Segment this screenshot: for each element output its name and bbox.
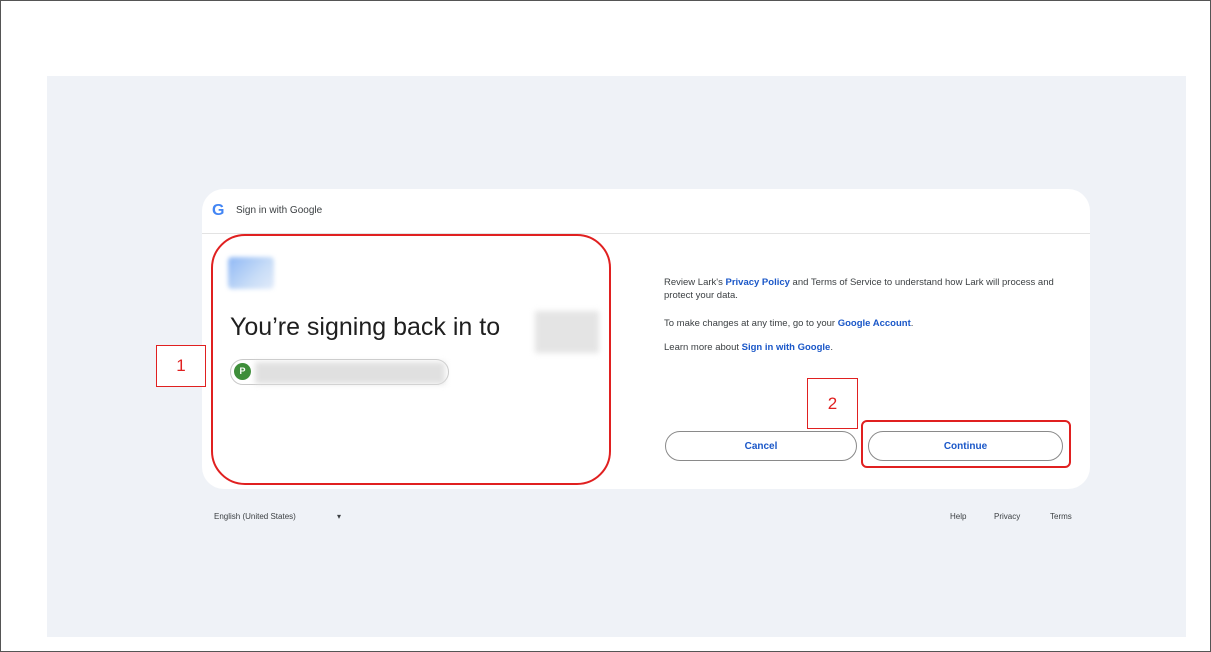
learn-text-suffix: . xyxy=(830,342,833,353)
terms-link[interactable]: Terms xyxy=(1050,512,1072,521)
changes-text-suffix: . xyxy=(910,318,914,329)
annotation-highlight-1 xyxy=(211,234,611,485)
privacy-notice: Review Lark's Privacy Policy and Terms o… xyxy=(664,276,1064,302)
privacy-policy-link[interactable]: Privacy Policy xyxy=(725,277,789,288)
chevron-down-icon[interactable]: ▾ xyxy=(337,512,341,521)
privacy-link[interactable]: Privacy xyxy=(994,512,1020,521)
language-selector[interactable]: English (United States) xyxy=(214,512,296,521)
annotation-label-1: 1 xyxy=(156,345,206,387)
cancel-button[interactable]: Cancel xyxy=(665,431,857,461)
help-link[interactable]: Help xyxy=(950,512,966,521)
screenshot-frame: G Sign in with Google You’re signing bac… xyxy=(0,0,1211,652)
learn-more-notice: Learn more about Sign in with Google. xyxy=(664,341,1064,354)
sign-in-with-google-link[interactable]: Sign in with Google xyxy=(742,342,831,353)
annotation-label-2: 2 xyxy=(807,378,858,429)
learn-text-prefix: Learn more about xyxy=(664,342,742,353)
dialog-header: G Sign in with Google xyxy=(202,189,1090,234)
privacy-text-prefix: Review Lark's xyxy=(664,277,726,288)
dialog-title: Sign in with Google xyxy=(236,205,323,216)
google-account-link[interactable]: Google Account xyxy=(838,318,911,329)
changes-text-prefix: To make changes at any time, go to your xyxy=(664,318,838,329)
account-notice: To make changes at any time, go to your … xyxy=(664,317,1064,330)
google-logo-icon: G xyxy=(212,202,225,219)
annotation-highlight-2 xyxy=(861,420,1071,468)
